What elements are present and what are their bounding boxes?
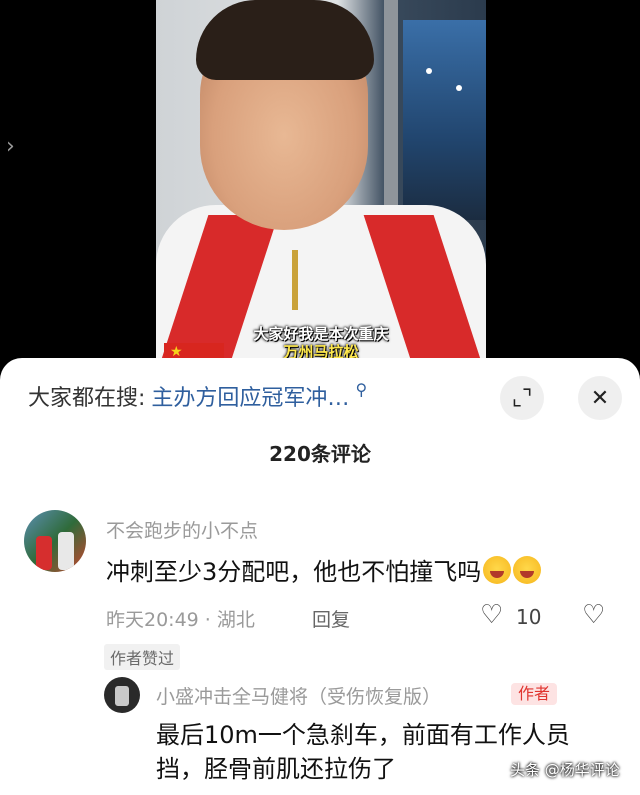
close-button[interactable]: ✕ bbox=[578, 376, 622, 420]
expand-button[interactable]: ⌞⌝ bbox=[500, 376, 544, 420]
comment-username[interactable]: 不会跑步的小不点 bbox=[106, 516, 258, 543]
search-prefix: 大家都在搜: bbox=[28, 386, 146, 411]
jacket-zipper bbox=[292, 250, 298, 310]
broken-heart-icon[interactable]: ♡ bbox=[582, 600, 605, 630]
close-icon: ✕ bbox=[590, 385, 610, 411]
ceiling-light bbox=[456, 85, 462, 91]
search-term-link[interactable]: 主办方回应冠军冲… bbox=[151, 386, 349, 411]
heart-icon[interactable]: ♡ bbox=[480, 600, 503, 630]
video-player[interactable]: › 大家好我是本次重庆 万州马拉松 bbox=[0, 0, 640, 365]
like-count: 10 bbox=[516, 605, 542, 629]
laugh-cry-emoji-icon bbox=[513, 556, 542, 584]
video-subtitle: 大家好我是本次重庆 万州马拉松 bbox=[226, 325, 416, 361]
author-badge: 作者 bbox=[511, 683, 558, 705]
reply-button[interactable]: 回复 bbox=[312, 605, 350, 632]
comment-meta: 昨天20:49 · 湖北 bbox=[106, 609, 255, 631]
comment-text: 冲刺至少3分配吧，他也不怕撞飞吗 bbox=[106, 552, 542, 587]
avatar[interactable] bbox=[24, 510, 86, 572]
window-background bbox=[403, 20, 486, 220]
reply-username[interactable]: 小盛冲击全马健将（受伤恢复版） bbox=[156, 682, 441, 709]
author-liked-badge: 作者赞过 bbox=[104, 644, 181, 670]
search-icon[interactable]: ⚲ bbox=[355, 380, 367, 399]
person-hair bbox=[196, 0, 374, 80]
video-frame: 大家好我是本次重庆 万州马拉松 bbox=[156, 0, 486, 365]
chevron-right-icon[interactable]: › bbox=[6, 134, 15, 159]
expand-icon: ⌞⌝ bbox=[511, 385, 533, 411]
comment-count: 220条评论 bbox=[269, 442, 371, 466]
ceiling-light bbox=[426, 68, 432, 74]
avatar[interactable] bbox=[104, 677, 140, 713]
comment-panel: 大家都在搜: 主办方回应冠军冲… ⚲ ⌞⌝ ✕ 220条评论 不会跑步的小不点 冲刺… bbox=[0, 358, 640, 795]
subtitle-line-1: 大家好我是本次重庆 bbox=[253, 325, 389, 343]
hot-search-bar[interactable]: 大家都在搜: 主办方回应冠军冲… ⚲ bbox=[28, 380, 488, 416]
comment-body: 冲刺至少3分配吧，他也不怕撞飞吗 bbox=[106, 558, 482, 586]
watermark: 头条 @杨华评论 bbox=[510, 761, 620, 779]
laugh-cry-emoji-icon bbox=[483, 556, 512, 584]
